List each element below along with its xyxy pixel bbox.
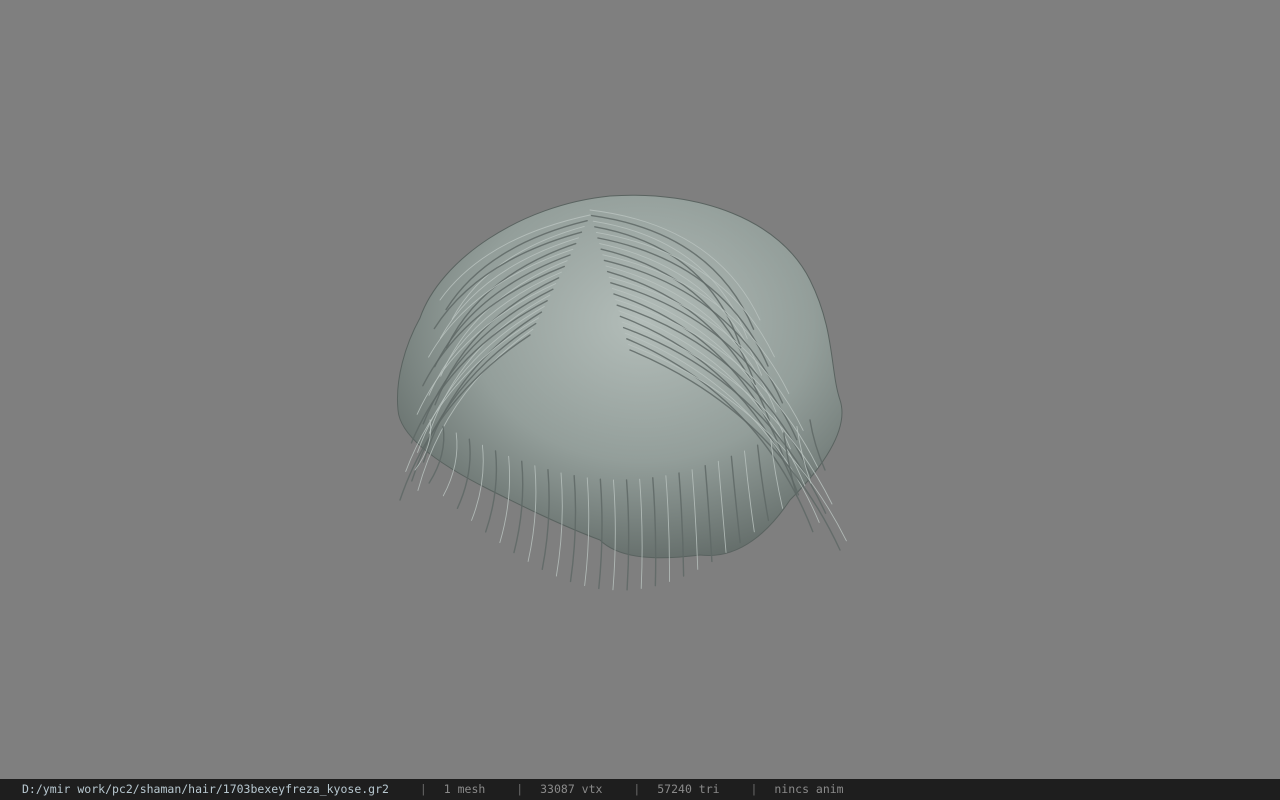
separator: | [750, 782, 758, 796]
separator: | [419, 782, 427, 796]
separator: | [516, 782, 524, 796]
hair-model-render[interactable] [0, 0, 1280, 779]
anim-status: nincs anim [774, 782, 844, 796]
triangle-count: 57240 tri [657, 782, 720, 796]
status-bar: D:/ymir work/pc2/shaman/hair/1703bexeyfr… [0, 779, 1280, 800]
separator: | [633, 782, 641, 796]
3d-viewport[interactable] [0, 0, 1280, 779]
mesh-count: 1 mesh [443, 782, 486, 796]
vertex-count: 33087 vtx [540, 782, 603, 796]
file-path: D:/ymir work/pc2/shaman/hair/1703bexeyfr… [22, 782, 389, 796]
